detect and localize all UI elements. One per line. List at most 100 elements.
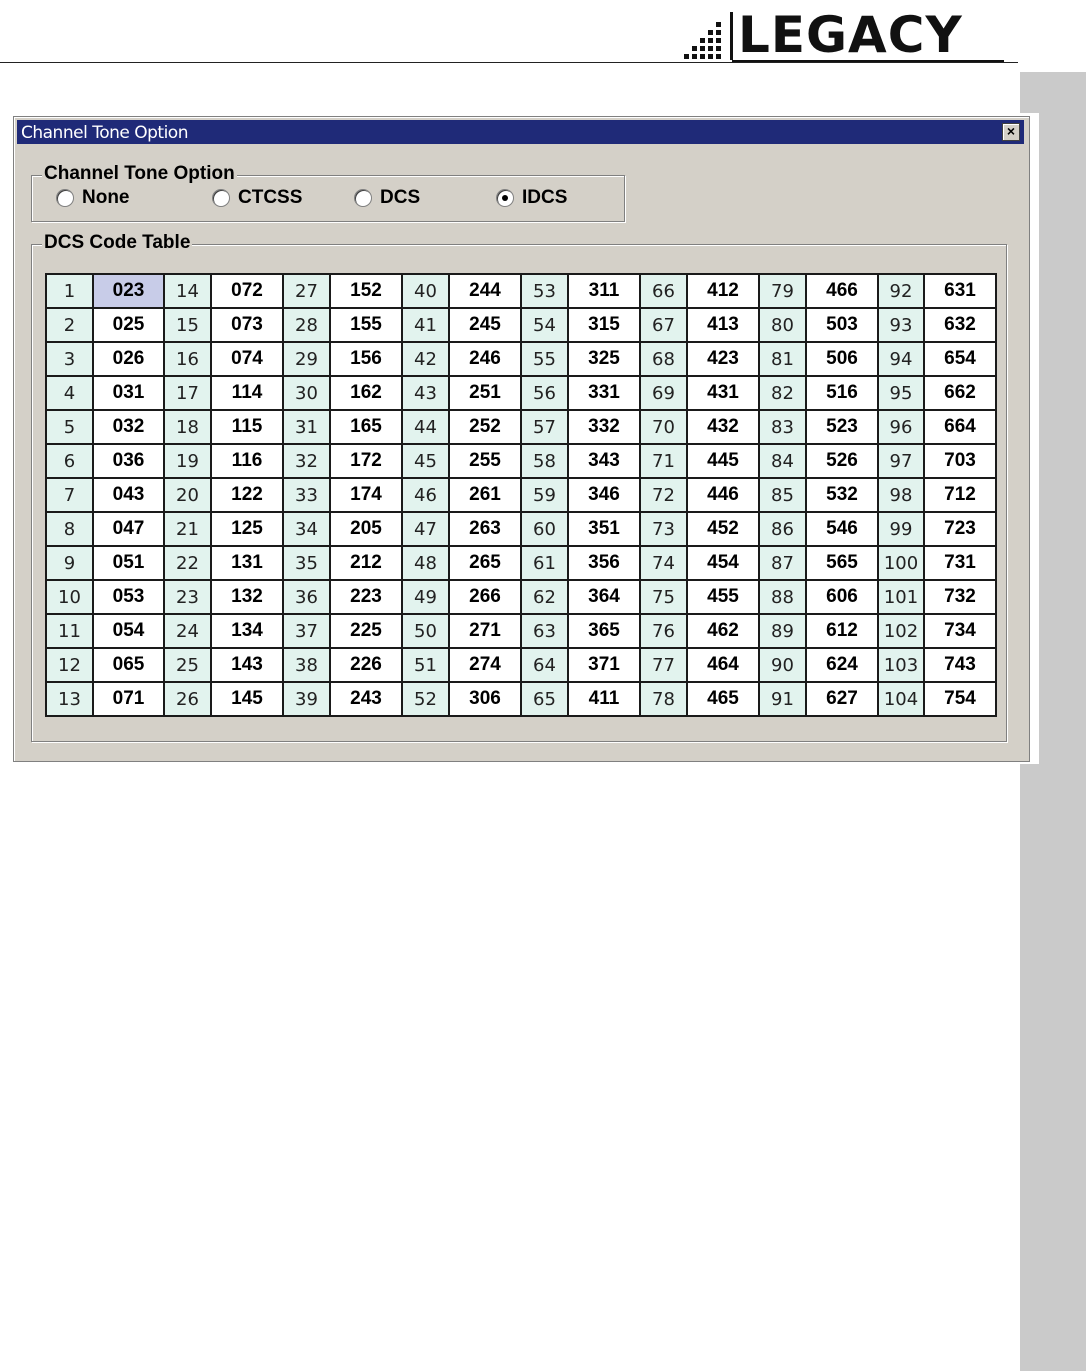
dcs-code-cell[interactable]: 452 bbox=[686, 511, 760, 547]
dcs-code-cell[interactable]: 703 bbox=[923, 443, 997, 479]
dcs-code-cell[interactable]: 255 bbox=[448, 443, 522, 479]
dcs-code-cell[interactable]: 051 bbox=[92, 545, 165, 581]
dcs-code-cell[interactable]: 431 bbox=[686, 375, 760, 411]
dcs-code-cell[interactable]: 225 bbox=[329, 613, 403, 649]
dcs-code-cell[interactable]: 516 bbox=[805, 375, 879, 411]
dcs-code-cell[interactable]: 165 bbox=[329, 409, 403, 445]
radio-ctcss[interactable]: CTCSS bbox=[212, 187, 302, 209]
dcs-code-cell[interactable]: 315 bbox=[567, 307, 641, 343]
dcs-code-cell[interactable]: 306 bbox=[448, 681, 522, 717]
dcs-code-cell[interactable]: 054 bbox=[92, 613, 165, 649]
dcs-code-cell[interactable]: 031 bbox=[92, 375, 165, 411]
radio-ctcss-label[interactable]: CTCSS bbox=[238, 187, 302, 209]
dcs-code-cell[interactable]: 074 bbox=[210, 341, 284, 377]
radio-idcs[interactable]: IDCS bbox=[496, 187, 567, 209]
dcs-code-cell[interactable]: 226 bbox=[329, 647, 403, 683]
dcs-code-cell[interactable]: 523 bbox=[805, 409, 879, 445]
radio-dcs[interactable]: DCS bbox=[354, 187, 420, 209]
dcs-code-cell[interactable]: 152 bbox=[329, 273, 403, 309]
dcs-code-cell[interactable]: 047 bbox=[92, 511, 165, 547]
dcs-code-cell[interactable]: 156 bbox=[329, 341, 403, 377]
dcs-code-cell[interactable]: 532 bbox=[805, 477, 879, 513]
dcs-code-cell[interactable]: 132 bbox=[210, 579, 284, 615]
dcs-code-cell[interactable]: 423 bbox=[686, 341, 760, 377]
dcs-code-cell[interactable]: 606 bbox=[805, 579, 879, 615]
dcs-code-cell[interactable]: 432 bbox=[686, 409, 760, 445]
dcs-code-cell[interactable]: 246 bbox=[448, 341, 522, 377]
dcs-code-cell[interactable]: 465 bbox=[686, 681, 760, 717]
dcs-code-cell[interactable]: 412 bbox=[686, 273, 760, 309]
dcs-code-cell[interactable]: 116 bbox=[210, 443, 284, 479]
radio-none[interactable]: None bbox=[56, 187, 130, 209]
dcs-code-cell[interactable]: 356 bbox=[567, 545, 641, 581]
dcs-code-cell[interactable]: 261 bbox=[448, 477, 522, 513]
dcs-code-cell[interactable]: 731 bbox=[923, 545, 997, 581]
radio-dcs-label[interactable]: DCS bbox=[380, 187, 420, 209]
dcs-code-cell[interactable]: 311 bbox=[567, 273, 641, 309]
dcs-code-cell[interactable]: 732 bbox=[923, 579, 997, 615]
dcs-code-cell[interactable]: 627 bbox=[805, 681, 879, 717]
radio-idcs-label[interactable]: IDCS bbox=[522, 187, 567, 209]
dcs-code-cell[interactable]: 252 bbox=[448, 409, 522, 445]
dcs-code-cell[interactable]: 466 bbox=[805, 273, 879, 309]
dcs-code-cell[interactable]: 122 bbox=[210, 477, 284, 513]
dcs-code-cell[interactable]: 026 bbox=[92, 341, 165, 377]
dcs-code-cell[interactable]: 145 bbox=[210, 681, 284, 717]
dcs-code-cell[interactable]: 723 bbox=[923, 511, 997, 547]
dcs-code-cell[interactable]: 411 bbox=[567, 681, 641, 717]
dcs-code-cell[interactable]: 654 bbox=[923, 341, 997, 377]
dcs-code-cell[interactable]: 043 bbox=[92, 477, 165, 513]
dcs-code-cell[interactable]: 212 bbox=[329, 545, 403, 581]
dcs-code-cell[interactable]: 506 bbox=[805, 341, 879, 377]
radio-idcs-circle[interactable] bbox=[496, 189, 514, 207]
dcs-code-cell[interactable]: 445 bbox=[686, 443, 760, 479]
dcs-code-cell[interactable]: 174 bbox=[329, 477, 403, 513]
dcs-code-cell[interactable]: 343 bbox=[567, 443, 641, 479]
close-button[interactable]: × bbox=[1002, 123, 1020, 141]
dcs-code-cell[interactable]: 754 bbox=[923, 681, 997, 717]
dcs-code-cell[interactable]: 365 bbox=[567, 613, 641, 649]
dcs-code-cell[interactable]: 162 bbox=[329, 375, 403, 411]
dcs-code-cell[interactable]: 734 bbox=[923, 613, 997, 649]
dcs-code-cell[interactable]: 274 bbox=[448, 647, 522, 683]
dcs-code-cell[interactable]: 743 bbox=[923, 647, 997, 683]
dcs-code-cell[interactable]: 464 bbox=[686, 647, 760, 683]
dcs-code-cell[interactable]: 072 bbox=[210, 273, 284, 309]
dcs-code-cell[interactable]: 032 bbox=[92, 409, 165, 445]
dcs-code-cell[interactable]: 251 bbox=[448, 375, 522, 411]
dcs-code-cell[interactable]: 266 bbox=[448, 579, 522, 615]
dcs-code-cell[interactable]: 205 bbox=[329, 511, 403, 547]
dcs-code-cell[interactable]: 244 bbox=[448, 273, 522, 309]
dcs-code-cell[interactable]: 114 bbox=[210, 375, 284, 411]
dcs-code-cell[interactable]: 223 bbox=[329, 579, 403, 615]
dcs-code-cell[interactable]: 073 bbox=[210, 307, 284, 343]
dcs-code-cell[interactable]: 134 bbox=[210, 613, 284, 649]
dcs-code-cell[interactable]: 413 bbox=[686, 307, 760, 343]
dcs-code-cell[interactable]: 712 bbox=[923, 477, 997, 513]
dcs-code-cell[interactable]: 155 bbox=[329, 307, 403, 343]
dcs-code-cell[interactable]: 371 bbox=[567, 647, 641, 683]
dcs-code-cell[interactable]: 462 bbox=[686, 613, 760, 649]
dcs-code-cell[interactable]: 131 bbox=[210, 545, 284, 581]
dcs-code-cell[interactable]: 036 bbox=[92, 443, 165, 479]
dcs-code-cell[interactable]: 115 bbox=[210, 409, 284, 445]
dcs-code-cell[interactable]: 243 bbox=[329, 681, 403, 717]
dialog-titlebar[interactable]: Channel Tone Option × bbox=[17, 120, 1024, 144]
dcs-code-cell[interactable]: 271 bbox=[448, 613, 522, 649]
radio-none-circle[interactable] bbox=[56, 189, 74, 207]
radio-ctcss-circle[interactable] bbox=[212, 189, 230, 207]
dcs-code-cell[interactable]: 631 bbox=[923, 273, 997, 309]
dcs-code-cell[interactable]: 023 bbox=[92, 273, 165, 309]
dcs-code-cell[interactable]: 546 bbox=[805, 511, 879, 547]
radio-none-label[interactable]: None bbox=[82, 187, 130, 209]
dcs-code-cell[interactable]: 526 bbox=[805, 443, 879, 479]
dcs-code-cell[interactable]: 364 bbox=[567, 579, 641, 615]
dcs-code-cell[interactable]: 346 bbox=[567, 477, 641, 513]
radio-dcs-circle[interactable] bbox=[354, 189, 372, 207]
dcs-code-cell[interactable]: 632 bbox=[923, 307, 997, 343]
dcs-code-cell[interactable]: 565 bbox=[805, 545, 879, 581]
dcs-code-cell[interactable]: 351 bbox=[567, 511, 641, 547]
dcs-code-cell[interactable]: 446 bbox=[686, 477, 760, 513]
dcs-code-cell[interactable]: 065 bbox=[92, 647, 165, 683]
dcs-code-cell[interactable]: 455 bbox=[686, 579, 760, 615]
